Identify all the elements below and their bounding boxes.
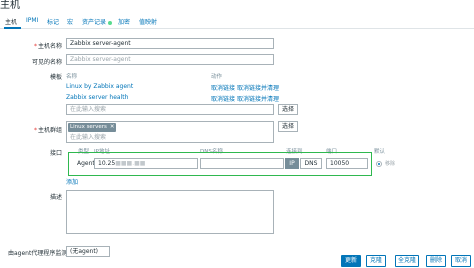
templates-name-header: 名称 [66, 74, 78, 80]
full-clone-button[interactable]: 全克隆 [395, 255, 419, 267]
unlink-linux-button[interactable]: 取消链接 [211, 83, 235, 92]
unlink-zabbix-button[interactable]: 取消链接 [211, 94, 235, 103]
unlink-clear-zabbix-button[interactable]: 取消链接并清理 [237, 94, 279, 103]
template-link-linux[interactable]: Linux by Zabbix agent [66, 83, 133, 90]
host-name-input[interactable]: Zabbix server-agent [66, 38, 274, 49]
iface-type-value: Agent [77, 160, 95, 167]
iface-port-input[interactable]: 10050 [326, 158, 368, 169]
host-group-tag: Linux servers ✕ [68, 123, 117, 132]
tab-macros[interactable]: 宏 [67, 17, 73, 26]
iface-dns-input[interactable] [200, 158, 284, 169]
visible-name-input[interactable]: Zabbix server-agent [66, 54, 274, 65]
unlink-clear-linux-button[interactable]: 取消链接并清理 [237, 83, 279, 92]
tab-inventory[interactable]: 资产记录 [82, 17, 113, 26]
page-title: 主机 [0, 0, 20, 11]
templates-label: 模板 [49, 74, 62, 81]
description-textarea[interactable] [66, 190, 274, 234]
proxy-label: 由agent代理程序监测 [8, 250, 68, 257]
template-link-zabbix[interactable]: Zabbix server health [66, 94, 128, 101]
delete-button[interactable]: 删除 [426, 255, 446, 267]
active-tab-indicator [4, 27, 21, 29]
tab-value-mapping[interactable]: 值映射 [139, 17, 157, 26]
remove-tag-icon[interactable]: ✕ [110, 124, 115, 130]
tab-host[interactable]: 主机 [5, 17, 17, 26]
tab-ipmi[interactable]: IPMI [26, 17, 38, 24]
tab-divider [0, 28, 474, 29]
default-interface-radio[interactable] [376, 161, 382, 167]
templates-action-header: 动作 [211, 74, 223, 80]
status-dot-icon [108, 20, 113, 25]
tab-encryption[interactable]: 加密 [118, 17, 130, 26]
add-interface-link[interactable]: 添加 [66, 177, 78, 186]
connect-dns-toggle[interactable]: DNS [300, 158, 322, 169]
visible-name-label: 可见的名称 [31, 59, 62, 66]
iface-remove-button[interactable]: 移除 [385, 160, 395, 167]
host-name-label: *主机名称 [33, 43, 62, 50]
iface-default-header: 默认 [374, 149, 386, 155]
connect-ip-toggle[interactable]: IP [285, 158, 299, 169]
template-search-input[interactable]: 在此输入搜索 [66, 104, 274, 115]
iface-ip-input[interactable]: 10.25■■■.■■ [94, 158, 198, 169]
interfaces-label: 接口 [49, 150, 62, 157]
cancel-button[interactable]: 取消 [451, 255, 471, 267]
host-groups-label: *主机群组 [33, 127, 62, 134]
proxy-select[interactable]: (无agent) [66, 246, 110, 257]
clone-button[interactable]: 克隆 [366, 255, 386, 267]
tab-inventory-label: 资产记录 [82, 19, 107, 26]
template-select-button[interactable]: 选择 [278, 104, 298, 115]
tab-tags[interactable]: 标记 [47, 17, 59, 26]
host-group-search-input[interactable]: 在此输入搜索 [67, 133, 197, 142]
update-button[interactable]: 更新 [341, 255, 361, 267]
host-group-select-button[interactable]: 选择 [278, 121, 298, 132]
description-label: 描述 [49, 194, 62, 201]
